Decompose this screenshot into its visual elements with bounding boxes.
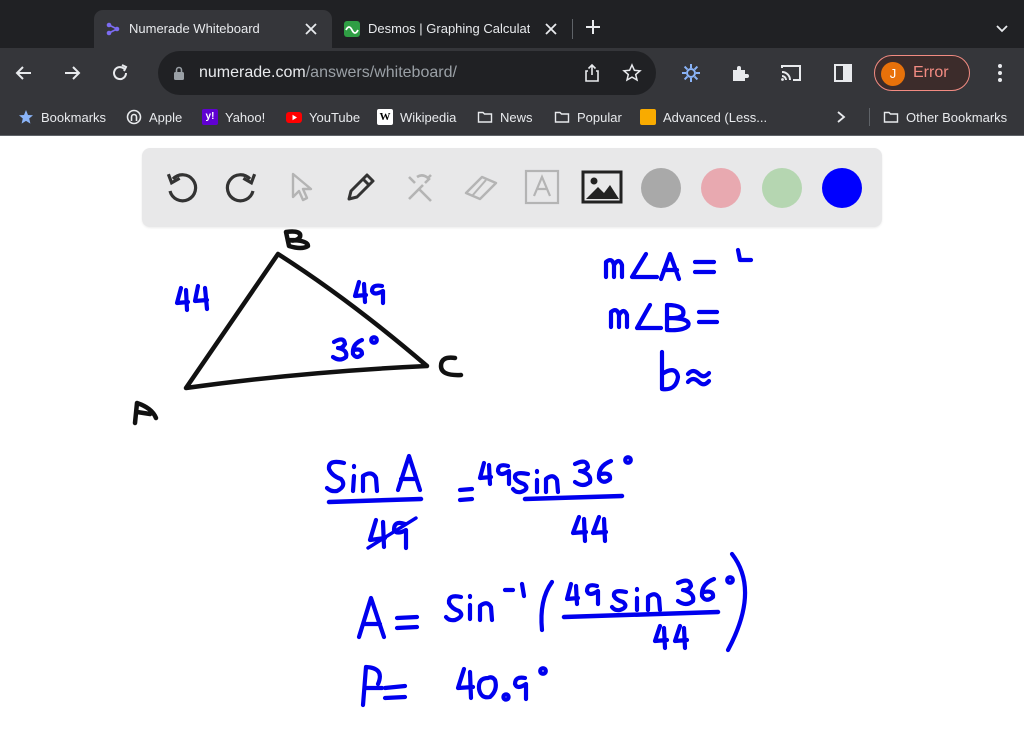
whiteboard-toolbar <box>142 148 882 227</box>
text-tool[interactable] <box>521 166 563 208</box>
desmos-logo-icon <box>344 21 360 37</box>
bookmark-wikipedia[interactable]: W Wikipedia <box>377 108 456 126</box>
color-swatch-green[interactable] <box>762 168 802 208</box>
folder-icon <box>477 111 493 123</box>
avatar: J <box>881 62 905 86</box>
yahoo-icon: y! <box>202 109 218 125</box>
apple-icon <box>126 109 142 125</box>
share-icon[interactable] <box>582 63 602 83</box>
arrow-left-icon <box>15 66 31 80</box>
eraser-icon <box>464 175 498 201</box>
profile-status: Error <box>913 64 949 81</box>
color-swatch-pink[interactable] <box>701 168 741 208</box>
bookmark-label: YouTube <box>309 109 361 125</box>
tools-button[interactable] <box>400 166 442 208</box>
bookmark-label: Bookmarks <box>41 109 107 125</box>
bookmark-bookmarks[interactable]: Bookmarks <box>18 108 106 126</box>
tab-title: Numerade Whiteboard <box>129 21 260 36</box>
pen-icon <box>347 173 375 201</box>
advanced-icon <box>640 109 656 125</box>
bookmark-label: Other Bookmarks <box>906 109 1008 125</box>
profile-button[interactable]: J Error <box>874 55 970 91</box>
image-tool[interactable] <box>581 166 623 208</box>
redo-button[interactable] <box>220 166 262 208</box>
bookmark-popular[interactable]: Popular <box>554 108 622 126</box>
bookmark-star-icon[interactable] <box>622 63 642 83</box>
wikipedia-icon: W <box>377 109 393 125</box>
url-host: numerade.com <box>199 64 306 81</box>
undo-button[interactable] <box>161 166 203 208</box>
address-bar[interactable]: numerade.com/answers/whiteboard/ <box>158 51 656 95</box>
url-path: /answers/whiteboard/ <box>305 64 457 81</box>
image-icon <box>581 170 623 204</box>
bookmark-label: Popular <box>577 109 622 125</box>
pen-tool[interactable] <box>340 166 382 208</box>
arrow-right-icon <box>65 66 81 80</box>
text-icon <box>524 169 560 205</box>
cast-icon <box>781 65 801 81</box>
bookmarks-bar: Bookmarks Apple y! Yahoo! YouTube W Wiki… <box>0 98 1024 136</box>
other-bookmarks[interactable]: Other Bookmarks <box>883 108 1007 126</box>
close-tab-icon[interactable] <box>541 19 561 39</box>
color-swatch-blue[interactable] <box>822 168 862 208</box>
tab-strip: Numerade Whiteboard Desmos | Graphing Ca… <box>0 0 1024 48</box>
bookmark-label: Advanced (Less... <box>663 109 768 125</box>
tools-icon <box>408 174 432 202</box>
puzzle-icon <box>733 66 749 81</box>
reload-icon <box>113 64 128 81</box>
whiteboard-canvas[interactable] <box>0 137 1024 742</box>
chevron-right-icon <box>837 111 846 123</box>
gear-extension-icon <box>682 64 700 82</box>
cast-button[interactable] <box>777 59 805 87</box>
browser-toolbar: numerade.com/answers/whiteboard/ J Error <box>0 48 1024 98</box>
tab-numerade-whiteboard[interactable]: Numerade Whiteboard <box>94 10 332 48</box>
tab-title: Desmos | Graphing Calculator <box>368 21 530 36</box>
bookmark-advanced[interactable]: Advanced (Less... <box>640 108 767 126</box>
numerade-logo-icon <box>106 22 120 36</box>
folder-icon <box>883 111 899 123</box>
reload-button[interactable] <box>106 59 134 87</box>
triangle-drawing <box>132 229 464 426</box>
pointer-tool[interactable] <box>280 166 322 208</box>
bookmarks-separator <box>869 108 870 126</box>
kebab-menu-icon <box>998 64 1002 82</box>
bookmark-news[interactable]: News <box>477 108 533 126</box>
tab-desmos[interactable]: Desmos | Graphing Calculator <box>333 10 571 48</box>
bookmark-yahoo[interactable]: y! Yahoo! <box>202 108 265 126</box>
extension-button[interactable] <box>677 59 705 87</box>
back-button[interactable] <box>10 59 38 87</box>
bookmark-label: News <box>500 109 533 125</box>
close-tab-icon[interactable] <box>301 19 321 39</box>
menu-button[interactable] <box>986 59 1014 87</box>
forward-button[interactable] <box>58 59 86 87</box>
bookmark-youtube[interactable]: YouTube <box>286 108 360 126</box>
redo-icon <box>225 173 257 203</box>
url-text: numerade.com/answers/whiteboard/ <box>199 64 457 82</box>
bookmark-label: Yahoo! <box>225 109 266 125</box>
handwritten-work <box>132 229 754 708</box>
tab-separator <box>572 19 573 39</box>
new-tab-icon[interactable] <box>583 17 603 37</box>
bookmark-label: Apple <box>149 109 183 125</box>
extensions-button[interactable] <box>726 59 754 87</box>
pointer-icon <box>291 172 313 202</box>
eraser-tool[interactable] <box>460 166 502 208</box>
folder-icon <box>554 111 570 123</box>
color-swatch-gray[interactable] <box>641 168 681 208</box>
blue-ink <box>174 247 754 708</box>
undo-icon <box>166 173 198 203</box>
bookmark-apple[interactable]: Apple <box>126 108 182 126</box>
side-panel-icon <box>834 64 852 82</box>
star-icon <box>19 110 33 124</box>
side-panel-button[interactable] <box>829 59 857 87</box>
bookmark-label: Wikipedia <box>400 109 457 125</box>
chevron-down-icon[interactable] <box>994 20 1010 36</box>
bookmarks-overflow-button[interactable] <box>834 108 848 126</box>
lock-icon <box>174 66 184 80</box>
youtube-icon <box>286 112 302 123</box>
